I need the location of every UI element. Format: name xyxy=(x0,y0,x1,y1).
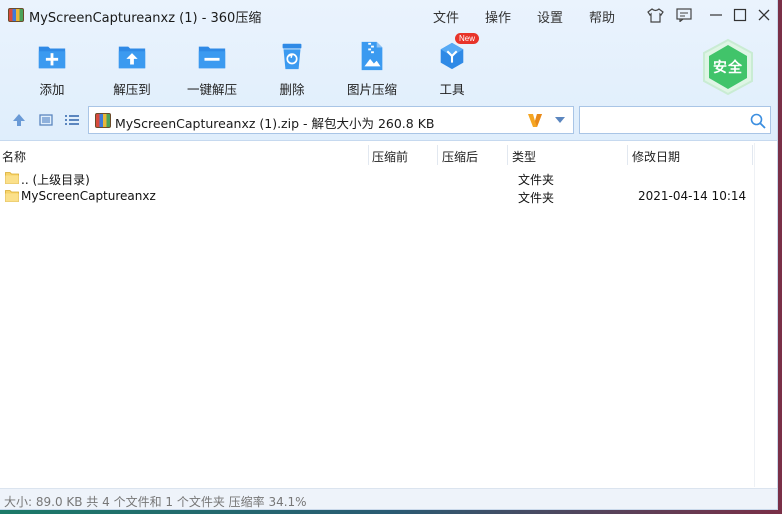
delete-button[interactable]: 删除 xyxy=(252,40,332,98)
column-name[interactable]: 名称 xyxy=(2,148,26,165)
extract-to-icon xyxy=(118,46,146,69)
table-row-folder[interactable]: MyScreenCaptureanxz 文件夹 2021-04-14 10:14 xyxy=(0,187,754,205)
column-divider[interactable] xyxy=(507,145,508,165)
up-level-icon[interactable] xyxy=(10,112,28,128)
column-type[interactable]: 类型 xyxy=(512,148,536,165)
column-modified-date[interactable]: 修改日期 xyxy=(632,148,680,165)
file-list: .. (上级目录) 文件夹 MyScreenCaptureanxz 文件夹 20… xyxy=(0,167,754,487)
window-title: MyScreenCaptureanxz (1) - 360压缩 xyxy=(29,11,262,26)
main-toolbar: 添加 解压到 一键解压 删除 图片压缩 工具 xyxy=(0,30,777,100)
image-compress-label: 图片压缩 xyxy=(346,82,397,97)
extract-to-button[interactable]: 解压到 xyxy=(92,40,172,98)
menu-file[interactable]: 文件 xyxy=(433,7,459,26)
minimize-icon[interactable] xyxy=(707,6,725,24)
status-summary: 大小: 89.0 KB 共 4 个文件和 1 个文件夹 压缩率 34.1% xyxy=(4,495,307,509)
search-icon[interactable] xyxy=(749,112,767,130)
search-box[interactable] xyxy=(579,106,771,134)
skin-shirt-icon[interactable] xyxy=(646,6,664,24)
delete-label: 删除 xyxy=(279,82,305,97)
archive-path: MyScreenCaptureanxz (1).zip - 解包大小为 260.… xyxy=(115,116,435,131)
add-box-icon xyxy=(38,46,66,69)
column-after-size[interactable]: 压缩后 xyxy=(442,148,478,165)
feedback-icon[interactable] xyxy=(675,6,693,24)
close-icon[interactable] xyxy=(755,6,773,24)
row-type: 文件夹 xyxy=(518,173,555,187)
file-list-header: 名称 压缩前 压缩后 类型 修改日期 xyxy=(0,143,754,167)
column-before-size[interactable]: 压缩前 xyxy=(372,148,408,165)
app-window: MyScreenCaptureanxz (1) - 360压缩 文件 操作 设置… xyxy=(0,0,778,510)
status-bar: 大小: 89.0 KB 共 4 个文件和 1 个文件夹 压缩率 34.1% xyxy=(0,488,777,509)
one-click-extract-icon xyxy=(198,46,226,69)
image-compress-button[interactable]: 图片压缩 xyxy=(332,40,412,98)
vertical-scrollbar-track[interactable] xyxy=(754,143,777,487)
tools-icon xyxy=(440,42,464,70)
extract-to-label: 解压到 xyxy=(113,82,151,97)
safe-label: 安全 xyxy=(713,60,743,76)
one-click-extract-button[interactable]: 一键解压 xyxy=(172,40,252,98)
list-view-icon[interactable] xyxy=(63,112,81,128)
folder-icon xyxy=(5,190,19,202)
trash-can-icon xyxy=(282,43,302,70)
row-name: MyScreenCaptureanxz xyxy=(21,189,156,203)
new-badge: New xyxy=(455,33,480,44)
row-name: .. (上级目录) xyxy=(21,173,90,187)
zip-file-icon xyxy=(95,113,111,128)
image-compress-icon xyxy=(361,41,383,71)
row-date: 2021-04-14 10:14 xyxy=(638,189,747,203)
thumbnail-view-icon[interactable] xyxy=(37,112,55,128)
window-chrome: MyScreenCaptureanxz (1) - 360压缩 文件 操作 设置… xyxy=(0,0,777,141)
table-row-parent-dir[interactable]: .. (上级目录) 文件夹 xyxy=(0,169,754,187)
security-shield-badge[interactable]: 安全 xyxy=(700,38,756,96)
v-logo-icon[interactable] xyxy=(526,111,544,129)
column-divider[interactable] xyxy=(752,145,753,165)
title-bar[interactable]: MyScreenCaptureanxz (1) - 360压缩 文件 操作 设置… xyxy=(0,0,777,30)
row-type: 文件夹 xyxy=(518,191,555,205)
column-divider[interactable] xyxy=(627,145,628,165)
add-button[interactable]: 添加 xyxy=(12,40,92,98)
address-row: MyScreenCaptureanxz (1).zip - 解包大小为 260.… xyxy=(0,104,777,136)
menu-settings[interactable]: 设置 xyxy=(537,7,563,26)
column-divider[interactable] xyxy=(437,145,438,165)
tools-label: 工具 xyxy=(439,82,465,97)
folder-icon xyxy=(5,172,19,184)
menu-operation[interactable]: 操作 xyxy=(485,7,511,26)
archive-app-icon xyxy=(8,8,24,22)
search-input[interactable] xyxy=(584,110,744,130)
one-click-extract-label: 一键解压 xyxy=(186,82,237,97)
add-label: 添加 xyxy=(39,82,65,97)
column-divider[interactable] xyxy=(368,145,369,165)
menu-help[interactable]: 帮助 xyxy=(589,7,615,26)
maximize-icon[interactable] xyxy=(731,6,749,24)
address-dropdown-icon[interactable] xyxy=(551,111,569,129)
address-bar[interactable]: MyScreenCaptureanxz (1).zip - 解包大小为 260.… xyxy=(88,106,574,134)
tools-button[interactable]: 工具 xyxy=(412,40,492,98)
